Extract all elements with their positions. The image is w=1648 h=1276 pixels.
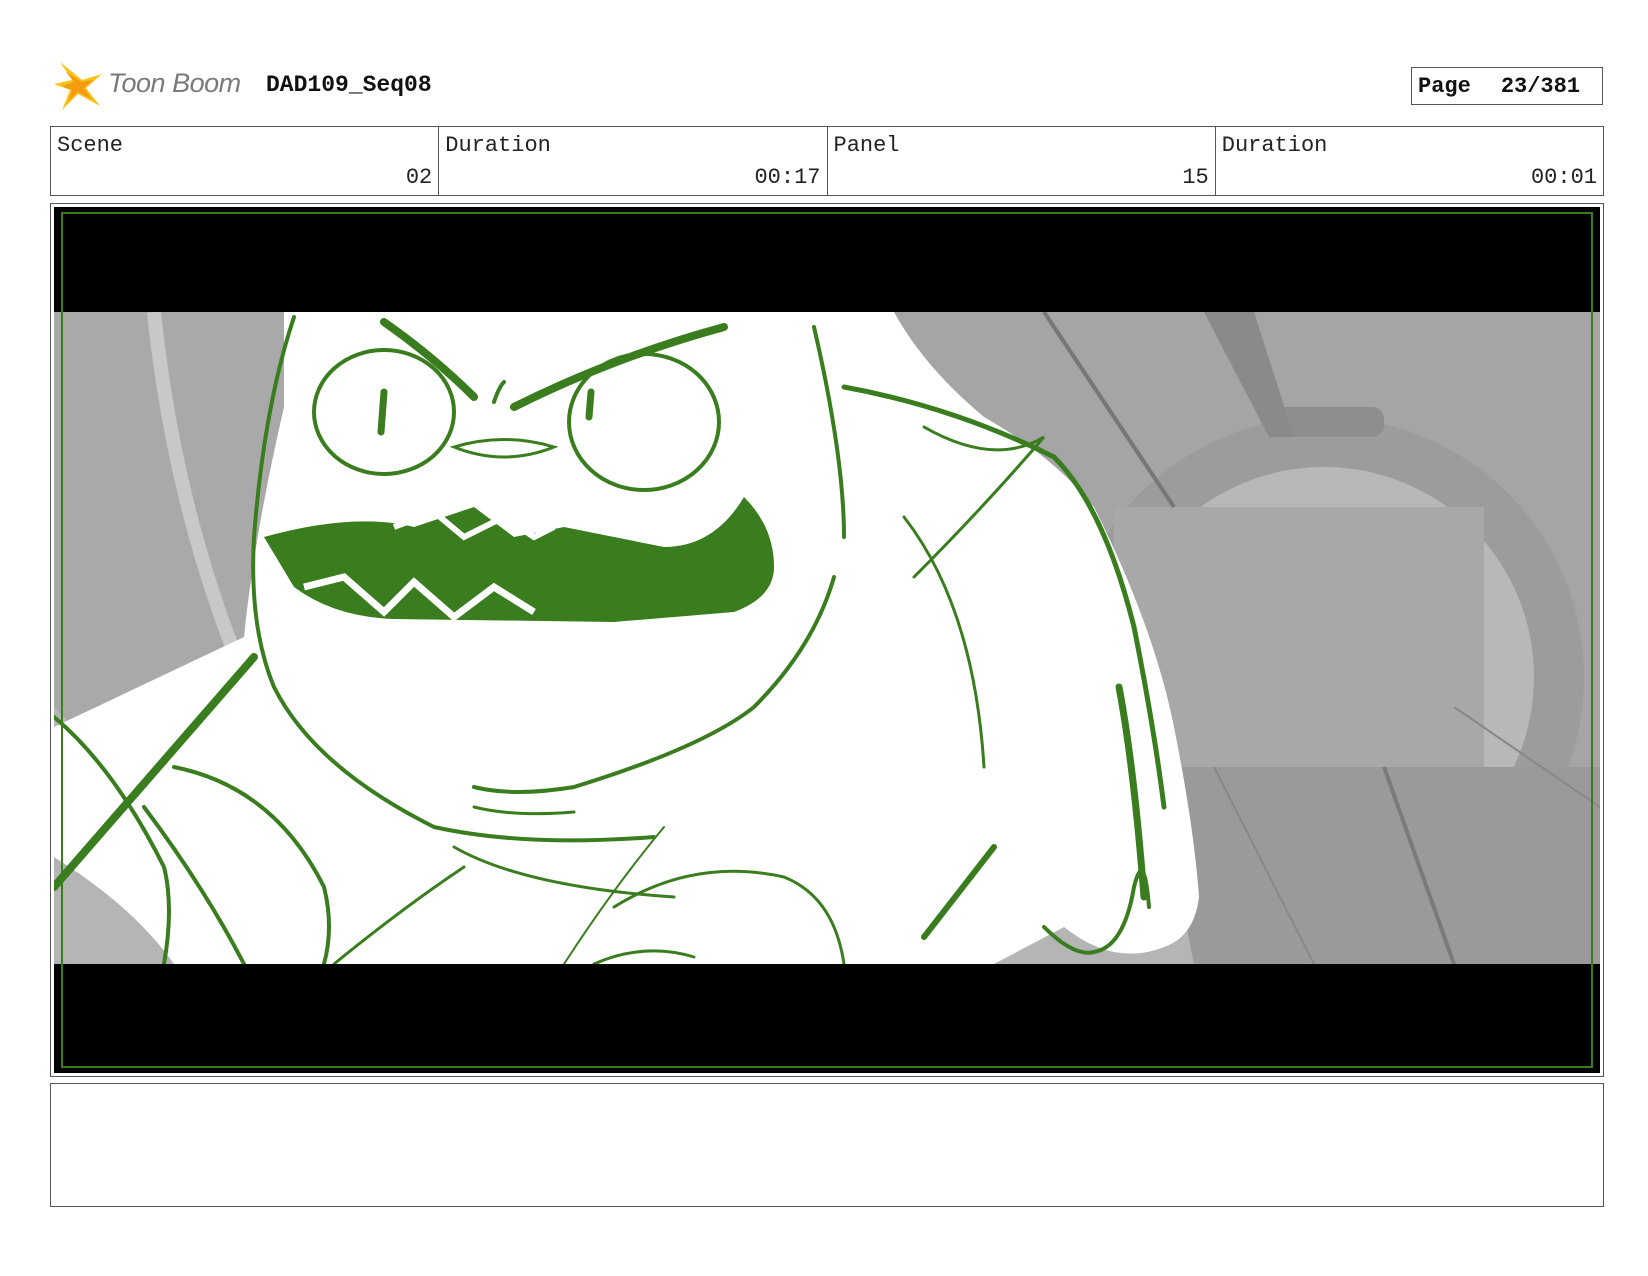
scene-duration-cell: Duration 00:17 (439, 127, 828, 195)
letterbox-top (54, 207, 1600, 312)
panel-label: Panel (833, 133, 900, 158)
logo-text: Toon Boom (108, 68, 241, 98)
storyboard-panel (50, 203, 1604, 1077)
toon-boom-logo: Toon Boom (52, 58, 252, 114)
info-table: Scene 02 Duration 00:17 Panel 15 Duratio… (50, 126, 1604, 196)
panel-duration-cell: Duration 00:01 (1216, 127, 1603, 195)
scene-duration-label: Duration (445, 133, 551, 158)
scene-label: Scene (57, 133, 124, 158)
panel-cell: Panel 15 (828, 127, 1216, 195)
starburst-icon (54, 62, 102, 110)
page-label: Page (1418, 73, 1471, 99)
panel-drawing (54, 207, 1600, 1073)
scene-duration-value: 00:17 (754, 165, 821, 190)
sequence-title: DAD109_Seq08 (266, 72, 432, 98)
page-indicator: Page 23/381 (1411, 67, 1603, 105)
page-number: 23/381 (1500, 73, 1581, 99)
panel-value: 15 (1182, 165, 1209, 190)
letterbox-bottom (54, 964, 1600, 1073)
panel-duration-value: 00:01 (1530, 165, 1597, 190)
scene-cell: Scene 02 (51, 127, 440, 195)
scene-value: 02 (405, 165, 433, 190)
panel-duration-label: Duration (1221, 133, 1328, 158)
notes-area (50, 1083, 1604, 1207)
